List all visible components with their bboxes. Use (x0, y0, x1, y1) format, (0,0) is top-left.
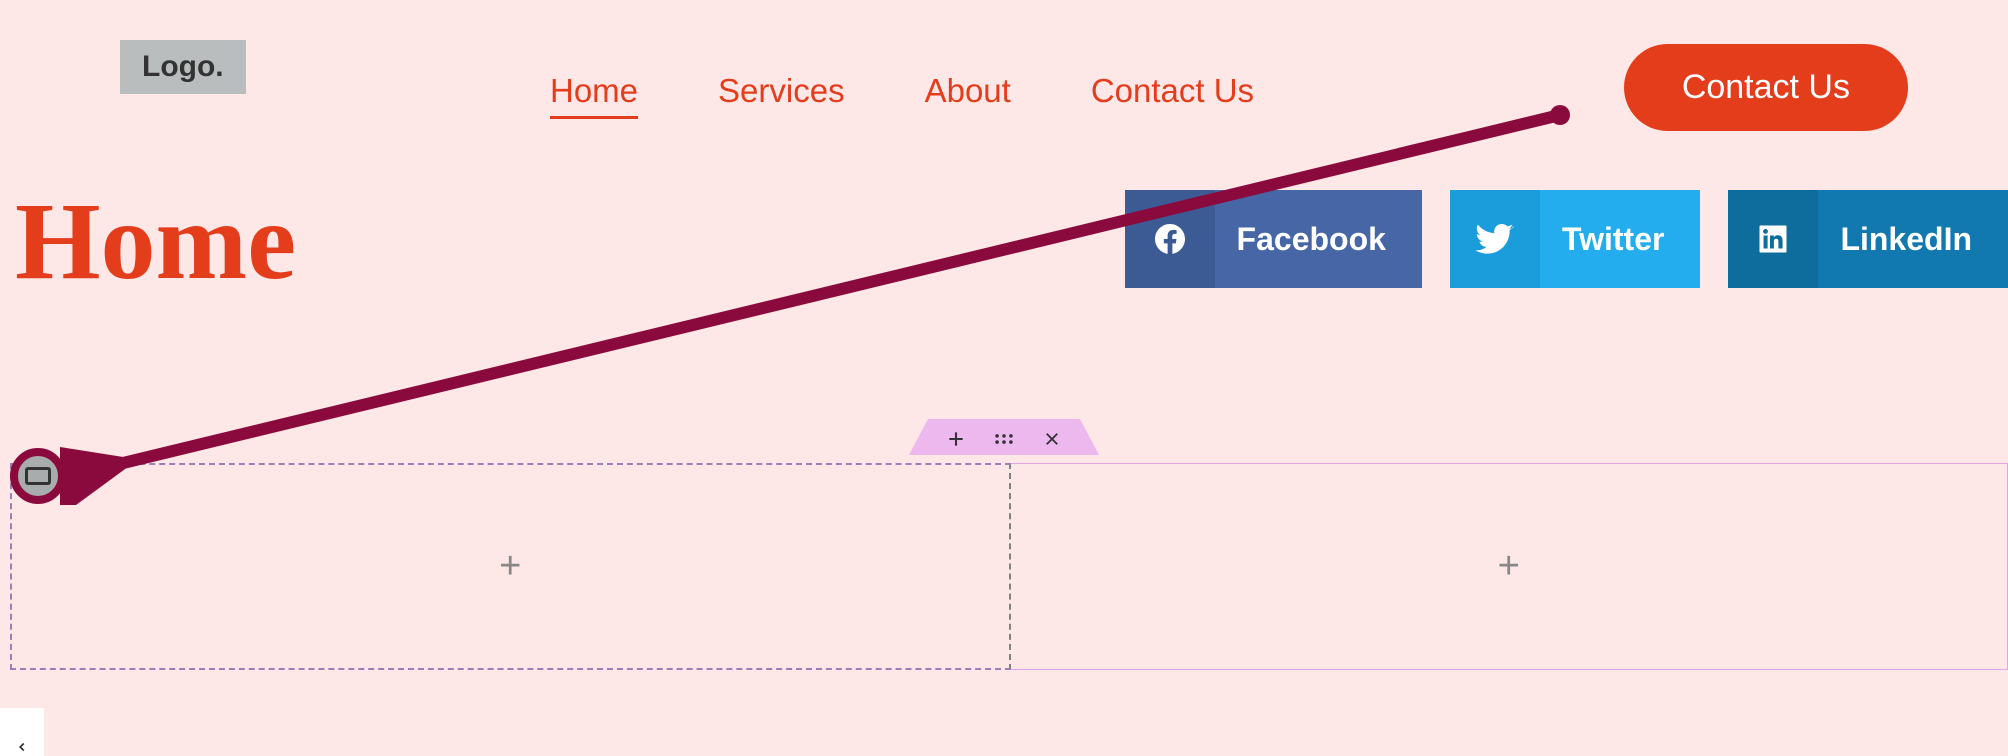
nav-item-contact[interactable]: Contact Us (1091, 72, 1254, 110)
section-icon (25, 467, 51, 485)
contact-us-button[interactable]: Contact Us (1624, 44, 1908, 131)
section-edit-tab (909, 419, 1099, 455)
linkedin-label: LinkedIn (1840, 221, 1972, 258)
editor-section: + + (10, 463, 2008, 670)
social-buttons-row: Facebook Twitter LinkedIn (1125, 190, 2008, 288)
linkedin-share-button[interactable]: LinkedIn (1728, 190, 2008, 288)
facebook-icon (1125, 190, 1215, 288)
nav-item-home[interactable]: Home (550, 72, 638, 110)
twitter-icon (1450, 190, 1540, 288)
panel-collapse-toggle[interactable] (0, 708, 44, 756)
main-nav: Home Services About Contact Us (550, 72, 1254, 110)
nav-item-services[interactable]: Services (718, 72, 845, 110)
nav-item-about[interactable]: About (925, 72, 1011, 110)
page-title: Home (15, 178, 296, 305)
editor-column-right[interactable]: + (1011, 463, 2008, 670)
add-widget-icon[interactable]: + (499, 545, 521, 588)
add-widget-icon[interactable]: + (1498, 545, 1520, 588)
twitter-share-button[interactable]: Twitter (1450, 190, 1701, 288)
facebook-label: Facebook (1237, 221, 1386, 258)
editor-column-left[interactable]: + (10, 463, 1011, 670)
close-section-icon[interactable] (1042, 429, 1062, 449)
logo[interactable]: Logo. (120, 40, 246, 94)
edit-section-handle[interactable] (10, 448, 66, 504)
facebook-share-button[interactable]: Facebook (1125, 190, 1422, 288)
linkedin-icon (1728, 190, 1818, 288)
twitter-label: Twitter (1562, 221, 1665, 258)
add-section-icon[interactable] (946, 429, 966, 449)
drag-handle-icon[interactable] (994, 429, 1014, 449)
